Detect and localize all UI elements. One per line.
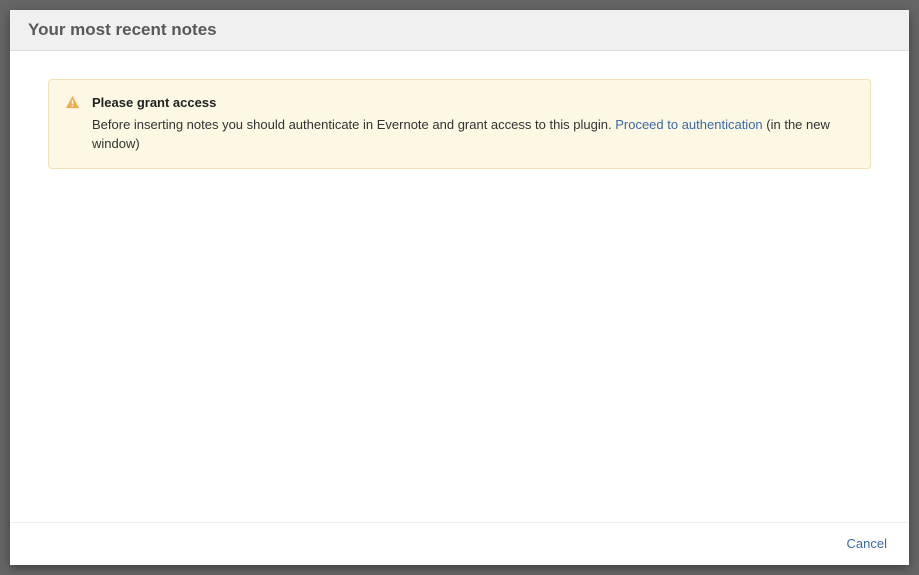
dialog-title: Your most recent notes bbox=[28, 20, 891, 40]
proceed-authentication-link[interactable]: Proceed to authentication bbox=[615, 117, 762, 132]
cancel-button[interactable]: Cancel bbox=[847, 536, 887, 551]
dialog: Your most recent notes Please grant acce… bbox=[10, 10, 909, 565]
warning-icon bbox=[65, 95, 80, 115]
dialog-header: Your most recent notes bbox=[10, 10, 909, 51]
alert-title: Please grant access bbox=[92, 94, 854, 113]
dialog-body: Please grant access Before inserting not… bbox=[10, 51, 909, 522]
alert-content: Please grant access Before inserting not… bbox=[92, 94, 854, 154]
dialog-footer: Cancel bbox=[10, 522, 909, 565]
alert-box: Please grant access Before inserting not… bbox=[48, 79, 871, 169]
alert-text-before: Before inserting notes you should authen… bbox=[92, 117, 615, 132]
